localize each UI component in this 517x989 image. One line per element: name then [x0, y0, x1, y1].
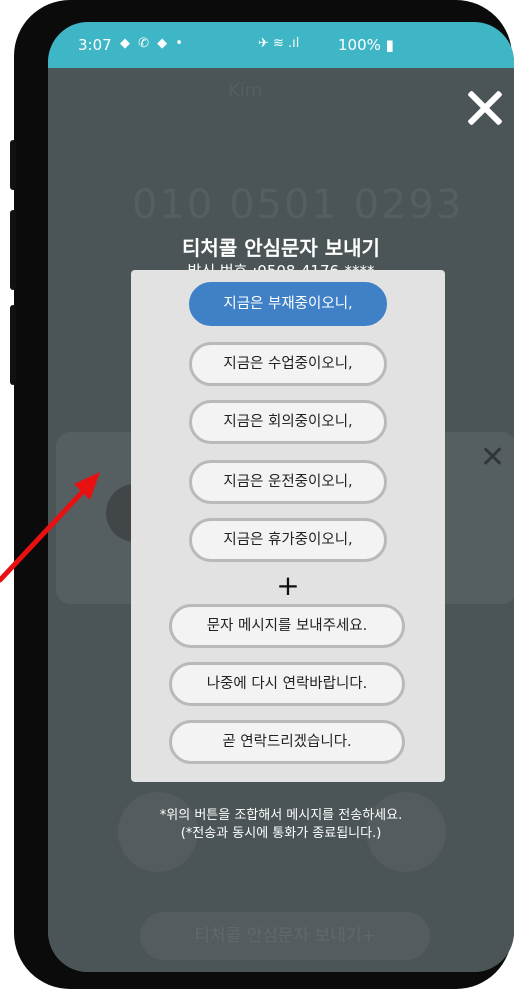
- red-arrow-annotation: [0, 472, 100, 583]
